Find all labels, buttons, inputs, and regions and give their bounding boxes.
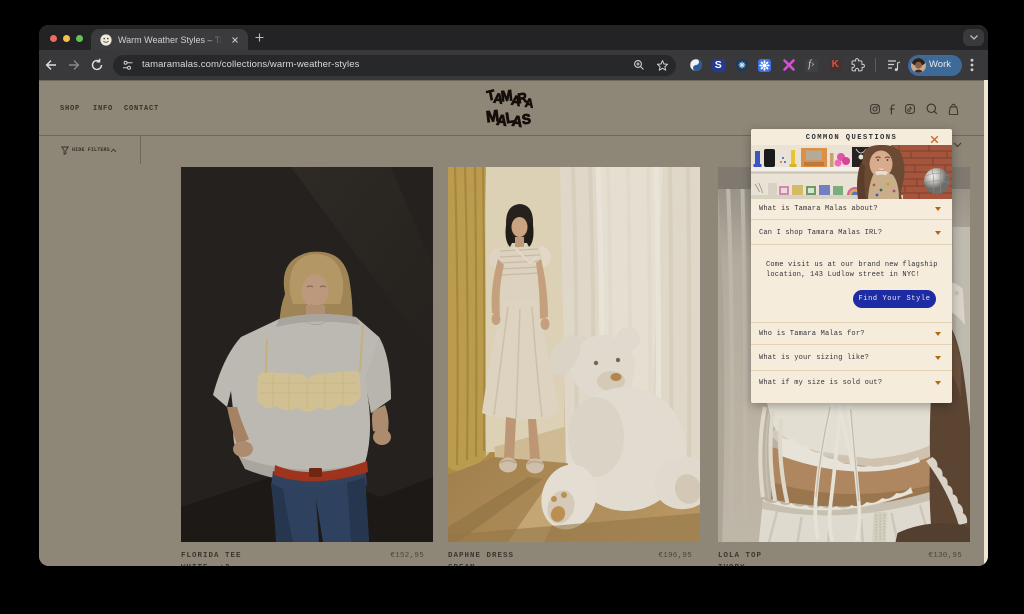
svg-text:S: S	[521, 111, 531, 127]
svg-text:A: A	[524, 95, 533, 111]
